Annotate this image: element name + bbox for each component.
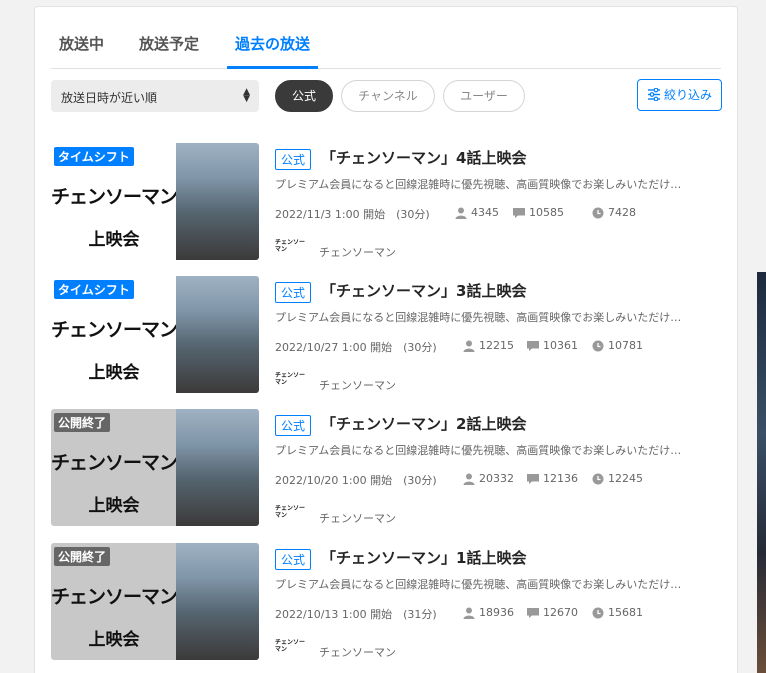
program-title[interactable]: 「チェンソーマン」1話上映会 xyxy=(321,547,526,568)
viewer-icon xyxy=(463,473,475,485)
viewer-count-value: 20332 xyxy=(479,472,514,485)
official-tag: 公式 xyxy=(275,549,312,570)
program-item[interactable]: チェンソーマン 上映会 タイムシフト 公式 「チェンソーマン」3話上映会 プレミ… xyxy=(51,276,721,393)
channel-name[interactable]: チェンソーマン xyxy=(319,644,396,660)
channel-logo: チェンソーマン xyxy=(275,505,306,519)
program-list-panel: 放送中 放送予定 過去の放送 放送日時が近い順 ▲ ▼ 公式 チャンネル ユーザー… xyxy=(34,6,738,673)
timeshift-count-value: 15681 xyxy=(608,606,643,619)
narrow-down-button[interactable]: 絞り込み xyxy=(637,79,722,111)
official-tag: 公式 xyxy=(275,149,312,170)
program-thumbnail[interactable]: チェンソーマン 上映会 タイムシフト xyxy=(51,143,259,260)
comment-icon xyxy=(513,208,525,218)
clock-icon xyxy=(592,340,604,352)
timeshift-count-value: 10781 xyxy=(608,339,643,352)
thumbnail-subtitle: 上映会 xyxy=(88,496,140,516)
program-description: プレミアム会員になると回線混雑時に優先視聴、高画質映像でお楽しみいただけ… xyxy=(275,311,682,324)
program-title[interactable]: 「チェンソーマン」3話上映会 xyxy=(321,280,526,301)
broadcast-tabs: 放送中 放送予定 過去の放送 xyxy=(51,29,721,69)
channel-logo: チェンソーマン xyxy=(275,239,306,253)
filter-pill-user[interactable]: ユーザー xyxy=(443,80,525,112)
program-title[interactable]: 「チェンソーマン」4話上映会 xyxy=(321,147,526,168)
comment-count-value: 10361 xyxy=(543,339,578,352)
comment-count-value: 12670 xyxy=(543,606,578,619)
clock-icon xyxy=(592,207,604,219)
tab-past[interactable]: 過去の放送 xyxy=(227,33,319,69)
comment-count-value: 12136 xyxy=(543,472,578,485)
comment-count-value: 10585 xyxy=(529,206,564,219)
tab-on-air[interactable]: 放送中 xyxy=(59,33,104,65)
sort-select-label: 放送日時が近い順 xyxy=(61,91,158,105)
viewer-icon xyxy=(455,207,467,219)
viewer-count-value: 12215 xyxy=(479,339,514,352)
program-item[interactable]: チェンソーマン 上映会 公開終了 公式 「チェンソーマン」2話上映会 プレミアム… xyxy=(51,409,721,526)
channel-name[interactable]: チェンソーマン xyxy=(319,377,396,393)
clock-icon xyxy=(592,607,604,619)
timeshift-badge: タイムシフト xyxy=(54,280,134,299)
comment-icon xyxy=(527,474,539,484)
thumbnail-subtitle: 上映会 xyxy=(88,630,140,650)
ended-badge: 公開終了 xyxy=(54,413,111,432)
filter-pill-channel[interactable]: チャンネル xyxy=(341,80,435,112)
poster-image xyxy=(176,543,259,660)
thumbnail-title: チェンソーマン xyxy=(51,319,178,341)
timeshift-count-value: 7428 xyxy=(608,206,636,219)
channel-logo: チェンソーマン xyxy=(275,372,306,386)
channel-name[interactable]: チェンソーマン xyxy=(319,510,396,526)
viewer-count-value: 18936 xyxy=(479,606,514,619)
sort-select[interactable]: 放送日時が近い順 ▲ ▼ xyxy=(51,80,259,112)
thumbnail-title: チェンソーマン xyxy=(51,186,178,208)
thumbnail-subtitle: 上映会 xyxy=(88,230,140,250)
poster-image xyxy=(176,143,259,260)
thumbnail-subtitle: 上映会 xyxy=(88,363,140,383)
tab-upcoming[interactable]: 放送予定 xyxy=(139,33,199,65)
sliders-icon xyxy=(648,88,660,101)
channel-name[interactable]: チェンソーマン xyxy=(319,244,396,260)
poster-image xyxy=(176,409,259,526)
channel-logo: チェンソーマン xyxy=(275,639,306,653)
clock-icon xyxy=(592,473,604,485)
program-start-date: 2022/10/20 1:00 開始 (30分) xyxy=(275,474,437,487)
program-thumbnail[interactable]: チェンソーマン 上映会 公開終了 xyxy=(51,543,259,660)
program-title[interactable]: 「チェンソーマン」2話上映会 xyxy=(321,413,526,434)
program-start-date: 2022/10/27 1:00 開始 (30分) xyxy=(275,341,437,354)
official-tag: 公式 xyxy=(275,282,312,303)
program-start-date: 2022/11/3 1:00 開始 (30分) xyxy=(275,208,430,221)
program-start-date: 2022/10/13 1:00 開始 (31分) xyxy=(275,608,437,621)
comment-icon xyxy=(527,341,539,351)
adjacent-content-image xyxy=(757,272,766,673)
viewer-icon xyxy=(463,607,475,619)
narrow-down-label: 絞り込み xyxy=(664,88,713,102)
ended-badge: 公開終了 xyxy=(54,547,111,566)
filter-pill-official[interactable]: 公式 xyxy=(275,80,333,112)
official-tag: 公式 xyxy=(275,415,312,436)
timeshift-badge: タイムシフト xyxy=(54,147,134,166)
thumbnail-title: チェンソーマン xyxy=(51,586,178,608)
comment-icon xyxy=(527,608,539,618)
sort-caret-icon: ▲ ▼ xyxy=(243,87,250,104)
timeshift-count-value: 12245 xyxy=(608,472,643,485)
program-description: プレミアム会員になると回線混雑時に優先視聴、高画質映像でお楽しみいただけ… xyxy=(275,444,682,457)
viewer-icon xyxy=(463,340,475,352)
thumbnail-title: チェンソーマン xyxy=(51,452,178,474)
program-description: プレミアム会員になると回線混雑時に優先視聴、高画質映像でお楽しみいただけ… xyxy=(275,178,682,191)
program-thumbnail[interactable]: チェンソーマン 上映会 タイムシフト xyxy=(51,276,259,393)
program-thumbnail[interactable]: チェンソーマン 上映会 公開終了 xyxy=(51,409,259,526)
program-item[interactable]: チェンソーマン 上映会 公開終了 公式 「チェンソーマン」1話上映会 プレミアム… xyxy=(51,543,721,660)
program-description: プレミアム会員になると回線混雑時に優先視聴、高画質映像でお楽しみいただけ… xyxy=(275,578,682,591)
viewer-count-value: 4345 xyxy=(471,206,499,219)
program-item[interactable]: チェンソーマン 上映会 タイムシフト 公式 「チェンソーマン」4話上映会 プレミ… xyxy=(51,143,721,260)
poster-image xyxy=(176,276,259,393)
